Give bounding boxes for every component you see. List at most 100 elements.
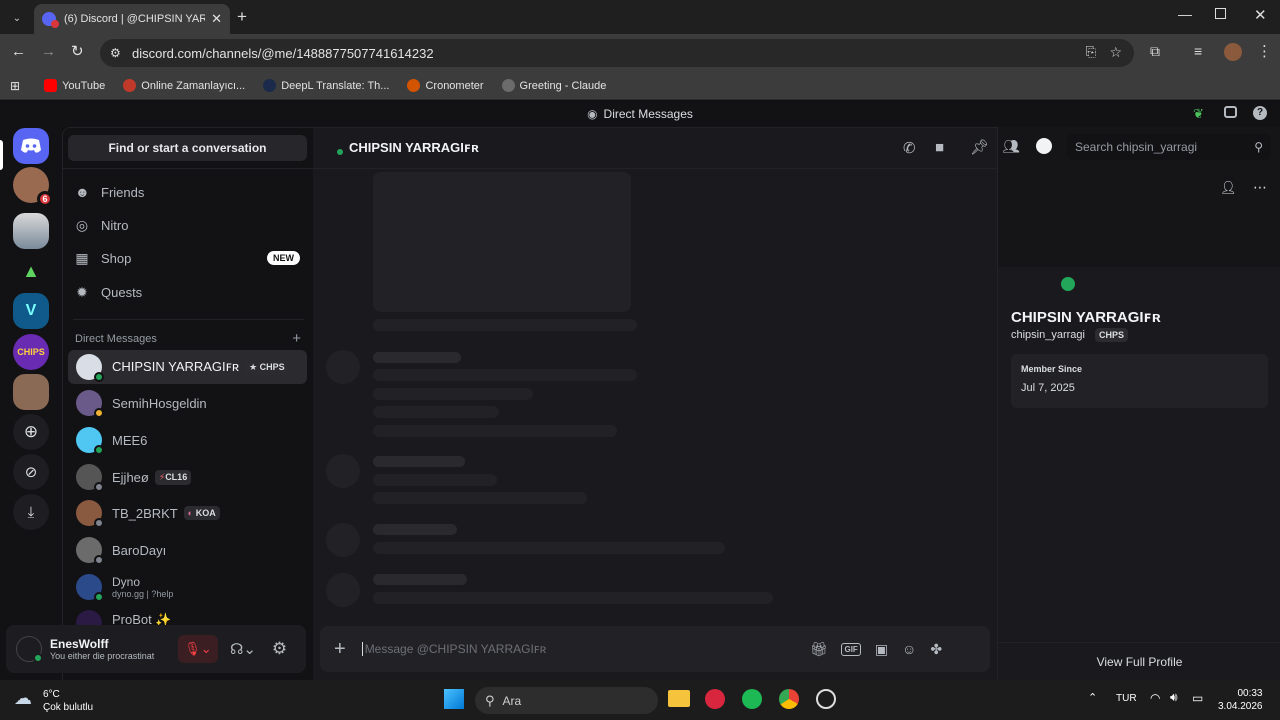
server-icon-1[interactable] bbox=[13, 213, 49, 249]
help-icon[interactable]: ? bbox=[1253, 106, 1267, 120]
app-icon[interactable] bbox=[816, 689, 836, 709]
profile-display-name: CHIPSIN YARRAGIꜰʀ bbox=[1011, 309, 1161, 326]
youtube-icon bbox=[44, 79, 58, 92]
dm-item[interactable]: TB_2BRKT ◐ KOA bbox=[68, 496, 307, 530]
shop-icon: ▦ bbox=[75, 250, 89, 266]
bookmark-claude[interactable]: Greeting - Claude bbox=[501, 79, 606, 92]
more-options-icon[interactable]: ⋯ bbox=[1253, 179, 1267, 196]
weather-cloud-icon[interactable]: ☁ bbox=[14, 688, 32, 709]
back-button[interactable]: ← bbox=[11, 43, 26, 60]
active-tab[interactable]: (6) Discord | @CHIPSIN YARRAG ✕ bbox=[34, 4, 230, 34]
search-icon: ⚲ bbox=[1254, 140, 1263, 154]
inbox-icon[interactable] bbox=[1224, 106, 1237, 118]
dm-name: TB_2BRKT bbox=[112, 505, 178, 521]
forward-button[interactable]: → bbox=[41, 43, 56, 60]
nav-label: Nitro bbox=[101, 217, 129, 233]
sticker-icon[interactable]: ▣ bbox=[875, 641, 888, 658]
app-red-icon[interactable] bbox=[705, 689, 725, 709]
loading-skeleton bbox=[373, 474, 497, 486]
add-server-icon[interactable]: ⊕ bbox=[13, 414, 49, 450]
gift-icon[interactable]: 🎁︎ bbox=[810, 641, 828, 658]
mute-mic-icon[interactable]: 🎙︎⌄ bbox=[178, 635, 218, 663]
spotify-icon[interactable] bbox=[742, 689, 762, 709]
add-friends-to-dm-icon[interactable]: 👥︎ bbox=[1002, 138, 1020, 155]
pinned-icon[interactable]: 📌︎ bbox=[970, 138, 989, 156]
new-tab-button[interactable]: + bbox=[237, 7, 247, 27]
add-friend-icon[interactable]: 👤︎ bbox=[1220, 180, 1237, 196]
bookmark-cronometer[interactable]: Cronometer bbox=[407, 79, 484, 92]
bookmark-star-icon[interactable]: ☆ bbox=[1109, 44, 1122, 61]
server-icon-chips[interactable]: CHIPS bbox=[13, 334, 49, 370]
bookmark-deepl[interactable]: DeepL Translate: Th... bbox=[263, 79, 389, 92]
nav-nitro[interactable]: ◎ Nitro bbox=[75, 210, 129, 240]
user-avatar[interactable] bbox=[16, 636, 43, 663]
discord-small-icon: ◉ bbox=[587, 107, 598, 121]
voice-call-icon[interactable]: ✆ bbox=[903, 139, 916, 157]
settings-gear-icon[interactable]: ⚙ bbox=[272, 639, 287, 659]
gif-icon[interactable]: GIF bbox=[841, 642, 861, 656]
extensions-icon[interactable]: ⧉ bbox=[1150, 43, 1160, 60]
file-explorer-icon[interactable] bbox=[668, 690, 690, 707]
nav-friends[interactable]: ☻ Friends bbox=[75, 177, 144, 207]
close-window-button[interactable]: ✕ bbox=[1254, 6, 1267, 24]
user-profile-toggle-icon[interactable] bbox=[1036, 138, 1052, 154]
translate-icon[interactable]: ⎘ bbox=[1086, 44, 1096, 60]
dm-avatar-unread[interactable]: 6 bbox=[13, 167, 53, 207]
home-button[interactable] bbox=[13, 128, 49, 164]
clock[interactable]: 00:33 3.04.2026 bbox=[1218, 687, 1263, 713]
tab-search-button[interactable]: ⌄ bbox=[6, 8, 28, 28]
weather-widget[interactable]: 6°C Çok bulutlu bbox=[43, 688, 93, 714]
emoji-icon[interactable]: ☺ bbox=[902, 641, 916, 657]
offline-status-icon bbox=[94, 482, 104, 492]
wifi-icon[interactable]: ◠ bbox=[1150, 691, 1160, 705]
chrome-menu-icon[interactable]: ⋮ bbox=[1257, 42, 1272, 60]
add-attachment-icon[interactable]: + bbox=[334, 638, 346, 661]
dm-item[interactable]: MEE6 bbox=[68, 423, 307, 457]
nav-quests[interactable]: ✹ Quests bbox=[75, 277, 142, 307]
apps-icon[interactable]: ✤ bbox=[930, 641, 942, 658]
volume-icon[interactable]: 🔊︎ bbox=[1170, 690, 1178, 705]
bookmark-timer[interactable]: Online Zamanlayıcı... bbox=[123, 79, 245, 92]
headphones-icon[interactable]: ☊⌄ bbox=[230, 640, 256, 658]
dm-item[interactable]: BaroDayı bbox=[68, 533, 307, 567]
profile-avatar[interactable] bbox=[1224, 43, 1242, 61]
windows-start-icon[interactable] bbox=[444, 689, 464, 709]
close-tab-icon[interactable]: ✕ bbox=[211, 11, 222, 27]
server-icon-3[interactable]: V bbox=[13, 293, 49, 329]
search-input[interactable]: Search chipsin_yarragi ⚲ bbox=[1067, 134, 1271, 160]
find-conversation-button[interactable]: Find or start a conversation bbox=[68, 135, 307, 161]
server-icon-2[interactable]: ▲ bbox=[13, 253, 49, 289]
guild-tag: ◐ KOA bbox=[183, 506, 220, 520]
create-dm-plus-icon[interactable]: + bbox=[292, 330, 301, 347]
loading-skeleton bbox=[373, 352, 461, 363]
weather-temp: 6°C bbox=[43, 689, 60, 700]
restore-button[interactable] bbox=[1215, 8, 1226, 19]
reload-button[interactable]: ↻ bbox=[71, 42, 84, 60]
dm-item[interactable]: Ejjheø ⚡CL16 bbox=[68, 460, 307, 494]
taskbar-search[interactable]: ⚲ Ara bbox=[475, 687, 658, 714]
site-info-icon[interactable]: ⚙ bbox=[110, 46, 121, 60]
language-indicator[interactable]: TUR bbox=[1116, 693, 1137, 704]
message-input[interactable]: Message @CHIPSIN YARRAGIꜰʀ bbox=[361, 642, 792, 656]
dm-item[interactable]: Dyno dyno.gg | ?help bbox=[68, 570, 307, 604]
apps-grid-icon[interactable]: ⊞ bbox=[10, 79, 20, 93]
username: EnesWolff bbox=[50, 637, 109, 651]
avatar bbox=[76, 574, 104, 602]
video-call-icon[interactable]: ■ bbox=[935, 139, 944, 156]
download-icon[interactable]: ⤓ bbox=[13, 494, 49, 530]
address-bar[interactable]: ⚙ discord.com/channels/@me/1488877507741… bbox=[100, 39, 1134, 67]
bookmark-youtube[interactable]: YouTube bbox=[44, 79, 105, 92]
discover-compass-icon[interactable]: ⊘ bbox=[13, 454, 49, 490]
dm-item[interactable]: CHIPSIN YARRAGIꜰʀ ★ CHPS bbox=[68, 350, 307, 384]
nav-shop[interactable]: ▦ Shop NEW bbox=[75, 243, 300, 273]
new-badge: NEW bbox=[267, 251, 300, 265]
chrome-icon[interactable] bbox=[779, 689, 799, 709]
media-control-icon[interactable]: ≡ bbox=[1194, 43, 1202, 59]
minimize-button[interactable]: — bbox=[1178, 6, 1192, 22]
show-hidden-icons[interactable]: ⌃ bbox=[1088, 691, 1097, 704]
server-icon-5[interactable] bbox=[13, 374, 49, 410]
leaf-icon[interactable]: ❦ bbox=[1193, 106, 1204, 122]
view-full-profile-button[interactable]: View Full Profile bbox=[998, 642, 1280, 680]
battery-icon[interactable]: ▭ bbox=[1192, 691, 1203, 705]
dm-item[interactable]: SemihHosgeldin bbox=[68, 386, 307, 420]
